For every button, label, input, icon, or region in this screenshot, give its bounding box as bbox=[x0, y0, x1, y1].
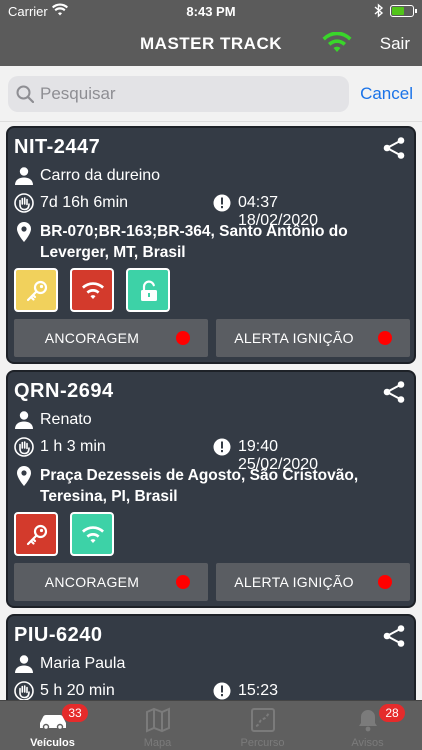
status-bar: Carrier 8:43 PM bbox=[0, 0, 422, 22]
share-icon[interactable] bbox=[382, 136, 406, 165]
search-input[interactable] bbox=[40, 81, 340, 107]
signal-badge bbox=[70, 512, 114, 556]
alert-icon bbox=[212, 437, 232, 462]
alert-icon bbox=[212, 193, 232, 218]
anchor-label: ANCORAGEM bbox=[44, 574, 140, 590]
tab-label: Avisos bbox=[351, 737, 384, 749]
key-icon bbox=[26, 524, 48, 546]
vehicles-count-badge: 33 bbox=[62, 704, 88, 722]
vehicle-plate: QRN-2694 bbox=[14, 380, 114, 402]
tab-label: Mapa bbox=[143, 737, 172, 749]
vehicle-address: Praça Dezesseis de Agosto, São Cristovão… bbox=[40, 467, 359, 505]
bluetooth-icon bbox=[374, 3, 384, 21]
ignition-alert-button[interactable]: ALERTA IGNIÇÃO bbox=[216, 319, 410, 357]
ignition-alert-label: ALERTA IGNIÇÃO bbox=[234, 330, 354, 346]
address-row: BR-070;BR-163;BR-364, Santo Antônio do L… bbox=[14, 221, 408, 263]
anchor-button[interactable]: ANCORAGEM bbox=[14, 563, 208, 601]
battery-icon bbox=[390, 5, 417, 17]
anchor-status-dot bbox=[176, 331, 190, 345]
time-row: 1 h 3 min 19:40 25/02/2020 bbox=[14, 437, 408, 473]
ignition-status-dot bbox=[378, 331, 392, 345]
key-icon bbox=[26, 280, 48, 302]
search-bar: Cancel bbox=[0, 66, 422, 122]
driver-name: Renato bbox=[40, 411, 92, 428]
person-icon bbox=[14, 654, 34, 679]
person-icon bbox=[14, 410, 34, 435]
vehicle-plate: NIT-2447 bbox=[14, 136, 101, 158]
connection-wifi-icon bbox=[322, 31, 352, 59]
tab-bar: 33 Veículos Mapa Percurso 28 Avisos bbox=[0, 700, 422, 750]
location-pin-icon bbox=[14, 465, 34, 493]
hand-stop-icon bbox=[14, 193, 34, 218]
driver-row: Renato bbox=[14, 410, 408, 432]
ignition-key-badge bbox=[14, 268, 58, 312]
search-icon bbox=[16, 85, 35, 108]
tab-alerts[interactable]: 28 Avisos bbox=[315, 701, 420, 750]
map-icon bbox=[145, 707, 171, 738]
search-field[interactable] bbox=[8, 76, 349, 112]
driver-name: Carro da dureino bbox=[40, 167, 161, 184]
tab-label: Veículos bbox=[30, 737, 75, 749]
tab-route[interactable]: Percurso bbox=[210, 701, 315, 750]
anchor-button[interactable]: ANCORAGEM bbox=[14, 319, 208, 357]
vehicle-address: BR-070;BR-163;BR-364, Santo Antônio do L… bbox=[40, 223, 348, 261]
vehicle-plate: PIU-6240 bbox=[14, 624, 103, 646]
app-title: MASTER TRACK bbox=[140, 34, 282, 53]
bell-icon bbox=[355, 707, 381, 738]
driver-name: Maria Paula bbox=[40, 655, 126, 672]
person-icon bbox=[14, 166, 34, 191]
tab-map[interactable]: Mapa bbox=[105, 701, 210, 750]
wifi-icon bbox=[82, 282, 104, 299]
anchor-label: ANCORAGEM bbox=[44, 330, 140, 346]
wifi-icon bbox=[82, 526, 104, 543]
tab-vehicles[interactable]: 33 Veículos bbox=[0, 701, 105, 750]
alerts-count-badge: 28 bbox=[379, 704, 405, 722]
ignition-status-dot bbox=[378, 575, 392, 589]
lock-badge bbox=[126, 268, 170, 312]
vehicle-card[interactable]: NIT-2447 Carro da dureino 7d 16h 6min 04… bbox=[6, 126, 416, 364]
share-icon[interactable] bbox=[382, 624, 406, 653]
hand-stop-icon bbox=[14, 437, 34, 462]
location-pin-icon bbox=[14, 221, 34, 249]
address-row: Praça Dezesseis de Agosto, São Cristovão… bbox=[14, 465, 408, 507]
logout-button[interactable]: Sair bbox=[380, 34, 410, 54]
route-icon bbox=[250, 707, 276, 738]
stopped-duration: 1 h 3 min bbox=[40, 438, 106, 455]
driver-row: Maria Paula bbox=[14, 654, 408, 676]
vehicle-card[interactable]: QRN-2694 Renato 1 h 3 min 19:40 25/02/20… bbox=[6, 370, 416, 608]
ignition-alert-button[interactable]: ALERTA IGNIÇÃO bbox=[216, 563, 410, 601]
stopped-duration: 7d 16h 6min bbox=[40, 194, 129, 211]
stopped-duration: 5 h 20 min bbox=[40, 682, 115, 699]
signal-badge bbox=[70, 268, 114, 312]
lock-open-icon bbox=[141, 280, 157, 301]
ignition-key-badge bbox=[14, 512, 58, 556]
driver-row: Carro da dureino bbox=[14, 166, 408, 188]
nav-bar: MASTER TRACK Sair bbox=[0, 22, 422, 66]
cancel-search-button[interactable]: Cancel bbox=[360, 84, 413, 104]
ignition-alert-label: ALERTA IGNIÇÃO bbox=[234, 574, 354, 590]
clock: 8:43 PM bbox=[186, 4, 236, 19]
share-icon[interactable] bbox=[382, 380, 406, 409]
tab-label: Percurso bbox=[240, 737, 285, 749]
anchor-status-dot bbox=[176, 575, 190, 589]
time-row: 7d 16h 6min 04:37 18/02/2020 bbox=[14, 193, 408, 229]
